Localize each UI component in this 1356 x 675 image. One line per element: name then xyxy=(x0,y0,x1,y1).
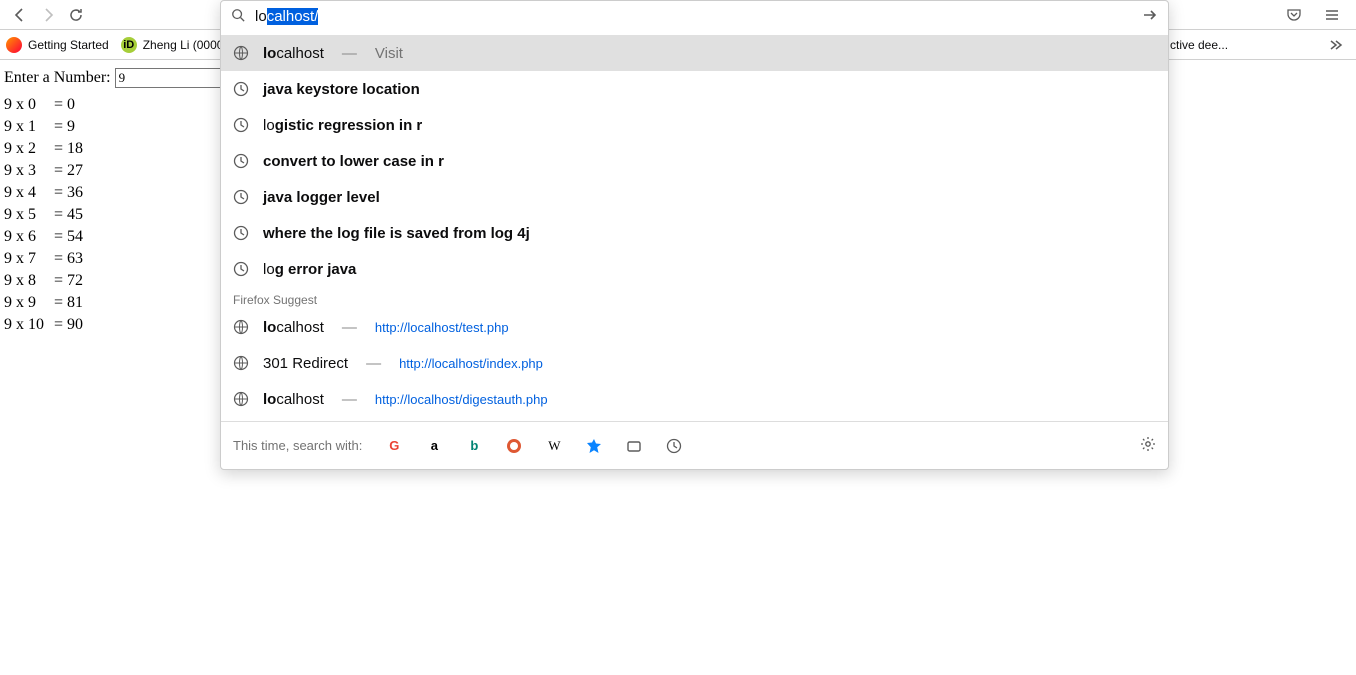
suggestion-history[interactable]: convert to lower case in r xyxy=(221,143,1168,179)
history-engine-icon[interactable] xyxy=(666,438,682,454)
bookmark-truncated[interactable]: ctive dee... xyxy=(1170,38,1228,52)
visit-label: Visit xyxy=(375,45,403,62)
globe-icon xyxy=(233,355,249,371)
suggestion-history[interactable]: logistic regression in r xyxy=(221,107,1168,143)
clock-icon xyxy=(233,189,249,205)
clock-icon xyxy=(233,153,249,169)
suggestion-title: java keystore location xyxy=(263,81,420,98)
clock-icon xyxy=(233,117,249,133)
globe-icon xyxy=(233,319,249,335)
pocket-button[interactable] xyxy=(1280,1,1308,29)
app-menu-button[interactable] xyxy=(1318,1,1346,29)
input-label: Enter a Number: xyxy=(4,69,111,87)
bing-icon[interactable]: b xyxy=(466,438,482,454)
bookmarks-overflow-button[interactable] xyxy=(1322,31,1350,59)
suggestion-title: logistic regression in r xyxy=(263,117,422,134)
amazon-icon[interactable]: a xyxy=(426,438,442,454)
suggestion-url[interactable]: localhost—http://localhost/test.php xyxy=(221,309,1168,345)
suggestion-visit[interactable]: localhost — Visit xyxy=(221,35,1168,71)
forward-button[interactable] xyxy=(34,1,62,29)
suggestion-title: log error java xyxy=(263,261,356,278)
suggestion-title: localhost xyxy=(263,319,324,336)
go-button[interactable] xyxy=(1142,7,1158,26)
search-strip-label: This time, search with: xyxy=(233,438,362,453)
suggestion-title: java logger level xyxy=(263,189,380,206)
bookmark-zheng-li[interactable]: iD Zheng Li (0000- xyxy=(121,37,228,53)
suggestion-url-text: http://localhost/digestauth.php xyxy=(375,392,548,407)
bookmark-getting-started[interactable]: Getting Started xyxy=(6,37,109,53)
suggestion-history[interactable]: log error java xyxy=(221,251,1168,287)
clock-icon xyxy=(233,225,249,241)
suggestion-title: 301 Redirect xyxy=(263,355,348,372)
urlbar-input-row[interactable]: localhost/ xyxy=(221,1,1168,31)
urlbar-text[interactable]: localhost/ xyxy=(255,8,1132,25)
suggestion-list: localhost — Visit java keystore location… xyxy=(221,31,1168,421)
urlbar-dropdown: localhost/ localhost — Visit java keysto… xyxy=(220,0,1169,470)
search-icon xyxy=(231,8,245,25)
clock-icon xyxy=(233,261,249,277)
firefox-suggest-header: Firefox Suggest xyxy=(221,287,1168,309)
suggestion-history[interactable]: java keystore location xyxy=(221,71,1168,107)
suggestion-url[interactable]: localhost—http://localhost/digestauth.ph… xyxy=(221,381,1168,417)
suggestion-history[interactable]: where the log file is saved from log 4j xyxy=(221,215,1168,251)
suggestion-title: convert to lower case in r xyxy=(263,153,444,170)
wikipedia-icon[interactable]: W xyxy=(546,438,562,454)
reload-button[interactable] xyxy=(62,1,90,29)
suggestion-url-text: http://localhost/test.php xyxy=(375,320,509,335)
suggestion-url[interactable]: 301 Redirect—http://localhost/index.php xyxy=(221,345,1168,381)
tabs-engine-icon[interactable] xyxy=(626,438,642,454)
suggestion-history[interactable]: java logger level xyxy=(221,179,1168,215)
suggestion-title: localhost xyxy=(263,391,324,408)
suggestion-title: where the log file is saved from log 4j xyxy=(263,225,530,242)
globe-icon xyxy=(233,45,249,61)
search-engine-strip: This time, search with: G a b W xyxy=(221,421,1168,469)
bookmark-label: Zheng Li (0000- xyxy=(143,38,228,52)
engine-icons: G a b W xyxy=(386,438,682,454)
back-button[interactable] xyxy=(6,1,34,29)
suggestion-url-text: http://localhost/index.php xyxy=(399,356,543,371)
duckduckgo-icon[interactable] xyxy=(506,438,522,454)
globe-icon xyxy=(233,391,249,407)
firefox-icon xyxy=(6,37,22,53)
suggestion-title: localhost xyxy=(263,45,324,62)
bookmarks-engine-icon[interactable] xyxy=(586,438,602,454)
bookmark-label: Getting Started xyxy=(28,38,109,52)
orcid-icon: iD xyxy=(121,37,137,53)
google-icon[interactable]: G xyxy=(386,438,402,454)
clock-icon xyxy=(233,81,249,97)
search-settings-button[interactable] xyxy=(1140,436,1156,455)
